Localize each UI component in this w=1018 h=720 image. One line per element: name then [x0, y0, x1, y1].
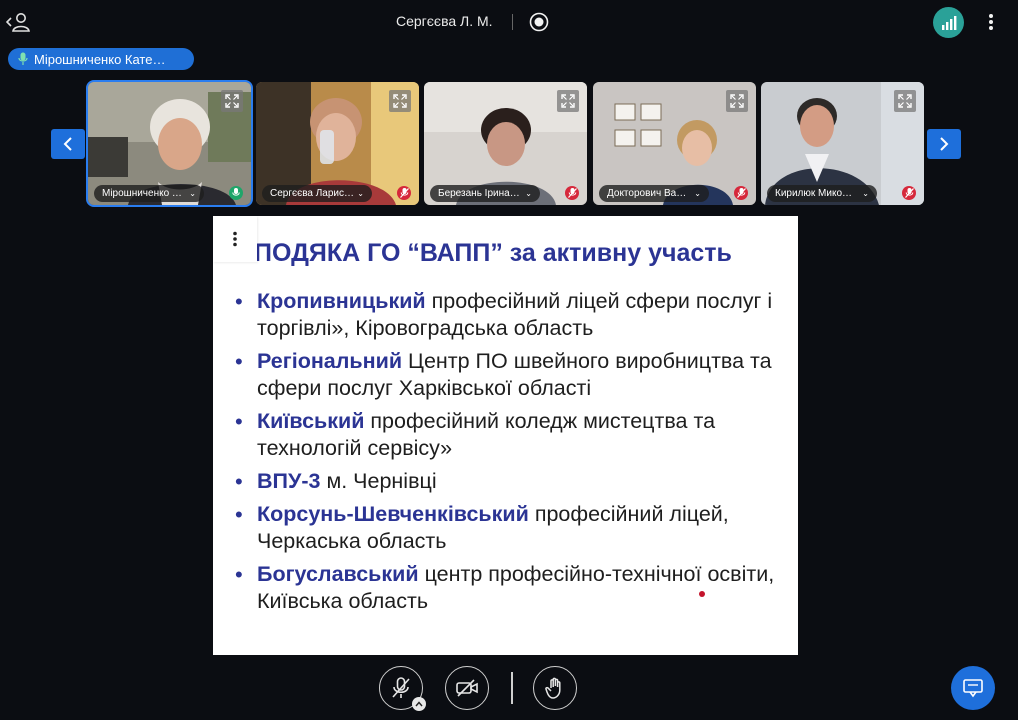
microphone-muted-icon: [565, 186, 579, 200]
participant-name: Кирилюк Мико…: [775, 188, 853, 199]
list-item: Корсунь-Шевченківський професійний ліцей…: [235, 501, 785, 555]
camera-off-icon: [456, 679, 478, 697]
laser-pointer: [699, 591, 705, 597]
chevron-down-icon: ⌄: [189, 189, 196, 198]
slide-title: ПОДЯКА ГО “ВАПП” за активну участь: [254, 239, 732, 267]
next-page-button[interactable]: [927, 129, 961, 159]
slide-bullet-list: Кропивницький професійний ліцей сфери по…: [235, 288, 785, 621]
raise-hand-icon: [545, 677, 561, 699]
more-vert-icon: [233, 231, 237, 247]
participant-tile[interactable]: Докторович Ва… ⌄: [593, 82, 756, 205]
participant-name: Сергєєва Ларис…: [270, 188, 355, 199]
institution-name: Київський: [257, 409, 365, 433]
microphone-icon: [18, 52, 28, 66]
top-bar: Сергєєва Л. М.: [0, 0, 1018, 44]
microphone-muted-icon: [734, 186, 748, 200]
more-vert-icon[interactable]: [982, 10, 1000, 34]
institution-name: Богуславський: [257, 562, 419, 586]
institution-name: ВПУ-3: [257, 469, 321, 493]
chevron-down-icon: ⌄: [694, 189, 701, 198]
chevron-up-icon[interactable]: [412, 697, 426, 711]
chat-button[interactable]: [951, 666, 995, 710]
institution-name: Корсунь-Шевченківський: [257, 502, 529, 526]
expand-icon[interactable]: [726, 90, 748, 112]
participant-name: Мірошниченко …: [102, 188, 182, 199]
chevron-down-icon: ⌄: [525, 189, 532, 198]
chat-icon: [963, 679, 983, 698]
presenter-name: Сергєєва Л. М.: [396, 13, 493, 29]
active-speaker-name: Мірошниченко Кате…: [34, 51, 166, 67]
list-item: Регіональний Центр ПО швейного виробницт…: [235, 348, 785, 402]
participants-back-icon[interactable]: [6, 10, 32, 34]
active-speaker-indicator: Мірошниченко Кате…: [8, 48, 194, 70]
signal-icon[interactable]: [933, 7, 964, 38]
expand-icon[interactable]: [221, 90, 243, 112]
record-icon[interactable]: [528, 11, 550, 33]
chevron-right-icon: [940, 137, 949, 151]
participant-name: Березань Ірина…: [438, 188, 520, 199]
chevron-down-icon: ⌄: [357, 189, 364, 198]
participant-nameplate[interactable]: Мірошниченко … ⌄: [94, 185, 204, 202]
chevron-left-icon: [63, 137, 72, 151]
microphone-on-icon: [229, 186, 243, 200]
microphone-muted-icon: [397, 186, 411, 200]
participant-tile[interactable]: Кирилюк Мико… ⌄: [761, 82, 924, 205]
participant-tile[interactable]: Сергєєва Ларис… ⌄: [256, 82, 419, 205]
institution-details: м. Чернівці: [320, 469, 437, 493]
microphone-muted-icon: [902, 186, 916, 200]
screen-share-menu-button[interactable]: [213, 216, 257, 262]
shared-screen-slide: ПОДЯКА ГО “ВАПП” за активну участь Кропи…: [213, 216, 798, 655]
participant-nameplate[interactable]: Березань Ірина… ⌄: [430, 185, 540, 202]
institution-name: Регіональний: [257, 349, 403, 373]
institution-name: Кропивницький: [257, 289, 426, 313]
header-divider: [512, 14, 513, 30]
raise-hand-button[interactable]: [533, 666, 577, 710]
list-item: Богуславський центр професійно-технічної…: [235, 561, 785, 615]
chevron-down-icon: ⌄: [862, 189, 869, 198]
list-item: Кропивницький професійний ліцей сфери по…: [235, 288, 785, 342]
previous-page-button[interactable]: [51, 129, 85, 159]
participant-nameplate[interactable]: Докторович Ва… ⌄: [599, 185, 709, 202]
expand-icon[interactable]: [557, 90, 579, 112]
meeting-controls: [0, 666, 1018, 712]
participant-tile[interactable]: Мірошниченко … ⌄: [86, 80, 253, 207]
mic-off-icon: [392, 677, 410, 698]
participant-tile[interactable]: Березань Ірина… ⌄: [424, 82, 587, 205]
participant-nameplate[interactable]: Сергєєва Ларис… ⌄: [262, 185, 372, 202]
list-item: Київський професійний коледж мистецтва т…: [235, 408, 785, 462]
participant-name: Докторович Ва…: [607, 188, 687, 199]
participant-nameplate[interactable]: Кирилюк Мико… ⌄: [767, 185, 877, 202]
expand-icon[interactable]: [894, 90, 916, 112]
list-item: ВПУ-3 м. Чернівці: [235, 468, 785, 495]
camera-toggle-button[interactable]: [445, 666, 489, 710]
controls-divider: [511, 672, 513, 704]
expand-icon[interactable]: [389, 90, 411, 112]
